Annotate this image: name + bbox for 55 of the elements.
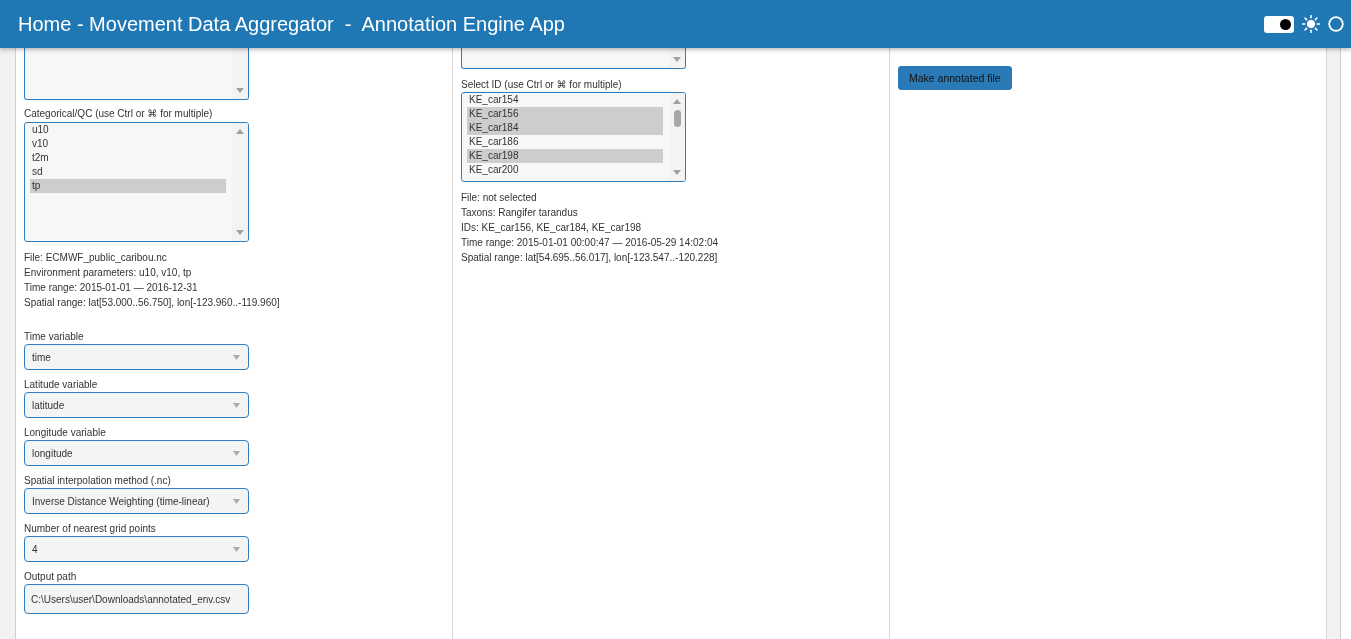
- info-line: File: not selected: [461, 191, 538, 205]
- field-label: Categorical/QC (use Ctrl or ⌘ for multiple): [24, 107, 213, 121]
- dropdown-caret-icon: [233, 354, 240, 360]
- scrollbar-thumb[interactable]: [673, 110, 681, 127]
- field-label: Number of nearest grid points: [24, 522, 157, 536]
- field-label: Time variable: [24, 330, 85, 344]
- field-label: Select ID (use Ctrl or ⌘ for multiple): [461, 78, 622, 92]
- dropdown-select[interactable]: latitude: [24, 392, 249, 418]
- list-option[interactable]: KE_car198: [467, 149, 663, 163]
- dropdown-caret-icon: [233, 402, 240, 408]
- list-option[interactable]: KE_car156: [467, 107, 663, 121]
- field-label: Output path: [24, 570, 78, 584]
- list-option[interactable]: KE_car200: [467, 163, 663, 177]
- scroll-down-icon[interactable]: [673, 57, 681, 62]
- dropdown-caret-icon: [233, 450, 240, 456]
- list-option[interactable]: KE_car186: [467, 135, 663, 149]
- field-label: Latitude variable: [24, 378, 99, 392]
- dropdown-caret-icon: [233, 546, 240, 552]
- info-line: Taxons: Rangifer tarandus: [461, 206, 579, 220]
- list-box[interactable]: KE_car154 KE_car156 KE_car184 KE_car186 KE_car198 KE_car200: [461, 92, 686, 182]
- list-option[interactable]: v10: [30, 137, 226, 151]
- list-option[interactable]: KE_car184: [467, 121, 663, 135]
- dropdown-select[interactable]: time: [24, 344, 249, 370]
- field-label: Spatial interpolation method (.nc): [24, 474, 172, 488]
- scroll-down-icon[interactable]: [236, 88, 244, 93]
- scroll-down-icon[interactable]: [673, 170, 681, 175]
- list-option[interactable]: u10: [30, 123, 226, 137]
- scroll-down-icon[interactable]: [236, 230, 244, 235]
- list-box[interactable]: [461, 48, 686, 69]
- list-option[interactable]: tp: [30, 179, 226, 193]
- dropdown-select[interactable]: Inverse Distance Weighting (time-linear): [24, 488, 249, 514]
- circle-icon[interactable]: [1328, 16, 1344, 32]
- theme-switch[interactable]: [1264, 15, 1294, 33]
- list-box[interactable]: u10 v10 t2m sd tp: [24, 122, 249, 242]
- sun-icon[interactable]: [1302, 15, 1320, 33]
- list-option[interactable]: t2m: [30, 151, 226, 165]
- dropdown-select[interactable]: longitude: [24, 440, 249, 466]
- list-option[interactable]: KE_car154: [467, 93, 663, 107]
- scroll-up-icon[interactable]: [236, 129, 244, 134]
- list-option[interactable]: sd: [30, 165, 226, 179]
- info-line: IDs: KE_car156, KE_car184, KE_car198: [461, 221, 643, 235]
- scroll-up-icon[interactable]: [673, 99, 681, 104]
- info-line: File: ECMWF_public_caribou.nc: [24, 251, 168, 265]
- info-line: Spatial range: lat[53.000..56.750], lon[-123.960..-119.960]: [24, 296, 280, 310]
- list-box[interactable]: [24, 48, 249, 100]
- make-annotated-file-button[interactable]: Make annotated file: [898, 66, 1012, 90]
- info-line: Time range: 2015-01-01 — 2016-12-31: [24, 281, 199, 295]
- field-label: Longitude variable: [24, 426, 107, 440]
- info-line: Environment parameters: u10, v10, tp: [24, 266, 193, 280]
- text-input[interactable]: C:\Users\user\Downloads\annotated_env.csv: [24, 584, 249, 614]
- dropdown-caret-icon: [233, 498, 240, 504]
- dropdown-select[interactable]: 4: [24, 536, 249, 562]
- info-line: Time range: 2015-01-01 00:00:47 — 2016-05-29 14:02:04: [461, 236, 719, 250]
- app-title: Home - Movement Data Aggregator - Annotation Engine App: [18, 12, 565, 36]
- info-line: Spatial range: lat[54.695..56.017], lon[-123.547..-120.228]: [461, 251, 719, 265]
